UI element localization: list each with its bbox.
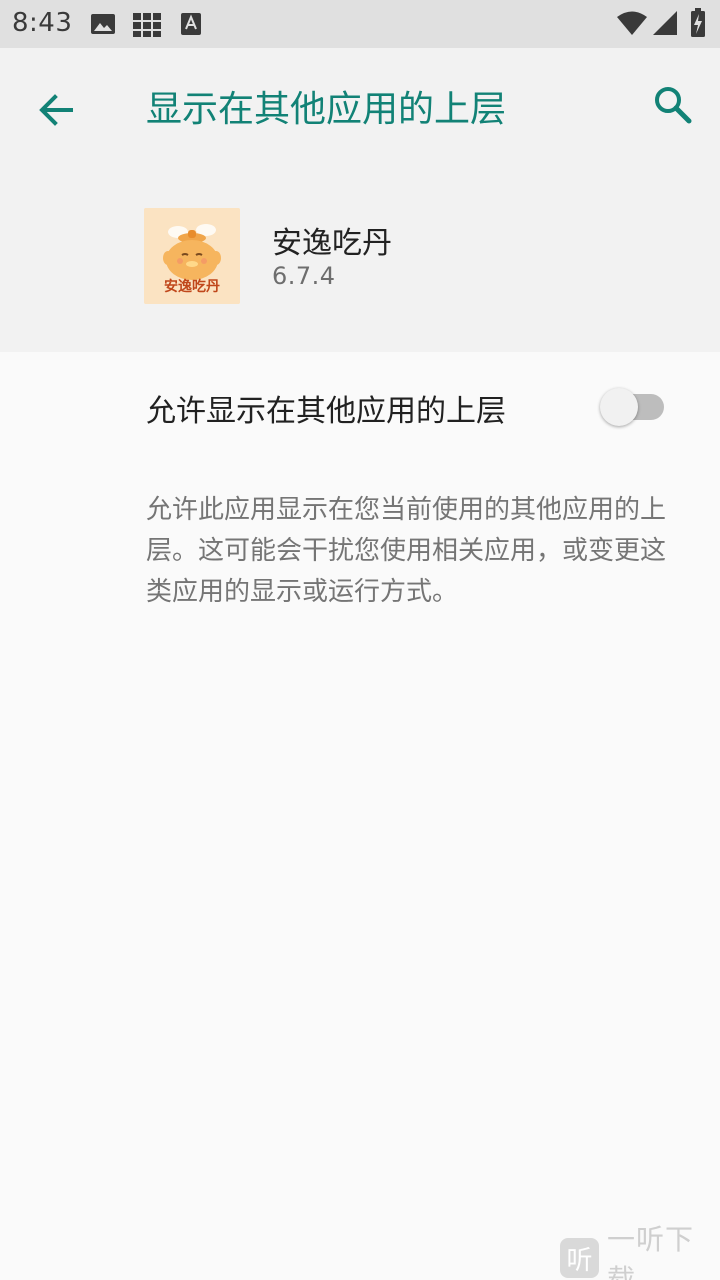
permission-description: 允许此应用显示在您当前使用的其他应用的上层。这可能会干扰您使用相关应用，或变更这… (146, 495, 667, 607)
watermark-text: 一听下载 (606, 1223, 694, 1280)
image-icon (90, 12, 116, 40)
arrow-back-icon (39, 94, 73, 126)
back-button[interactable] (28, 82, 84, 138)
app-name: 安逸吃丹 (272, 226, 392, 261)
switch-thumb (600, 388, 638, 426)
screen: 8:43 显示在其他应用的上层 安逸吃丹 安逸吃丹 6.7.4 允许显示在其他应… (0, 0, 720, 1280)
status-time: 8:43 (12, 8, 73, 38)
app-icon-label: 安逸吃丹 (164, 279, 220, 295)
battery-charging-icon (690, 8, 706, 42)
overlay-permission-switch[interactable] (598, 382, 670, 430)
watermark: 听 一听下载 (560, 1223, 720, 1280)
search-button[interactable] (644, 76, 700, 132)
app-version: 6.7.4 (272, 262, 336, 290)
overlay-permission-label: 允许显示在其他应用的上层 (146, 394, 506, 429)
status-bar: 8:43 (0, 0, 720, 48)
overlay-permission-row[interactable]: 允许显示在其他应用的上层 (0, 352, 720, 460)
watermark-logo: 听 (560, 1238, 599, 1278)
search-icon (655, 87, 692, 124)
a-notification-icon (180, 12, 202, 40)
app-icon: 安逸吃丹 (144, 208, 240, 304)
signal-icon (652, 10, 678, 40)
wifi-icon (616, 10, 648, 40)
page-title: 显示在其他应用的上层 (146, 89, 507, 130)
app-header: 显示在其他应用的上层 安逸吃丹 安逸吃丹 6.7.4 (0, 48, 720, 352)
grid-icon (132, 12, 162, 42)
